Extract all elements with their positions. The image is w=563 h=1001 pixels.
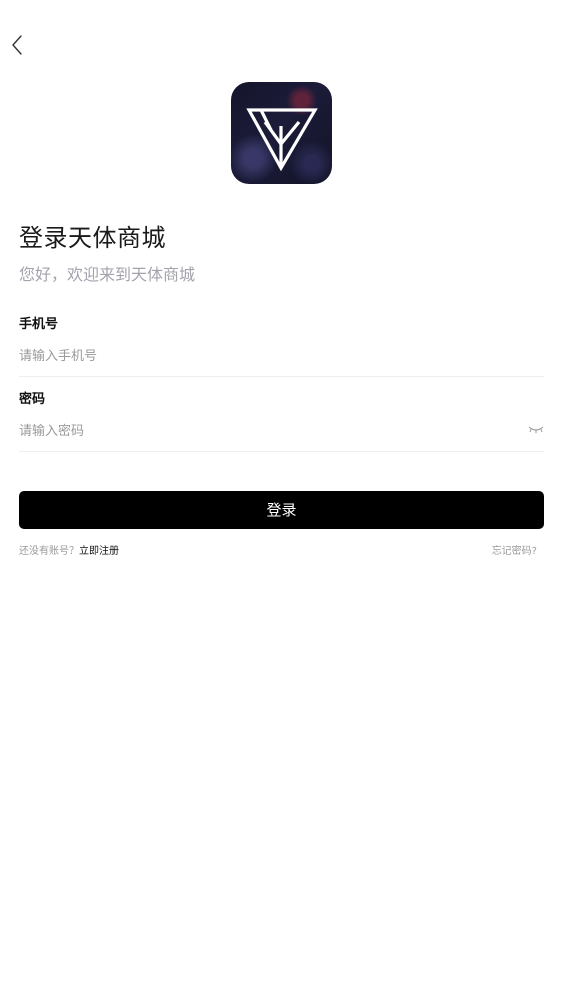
phone-input[interactable] — [19, 344, 524, 368]
no-account-text: 还没有账号？ — [19, 546, 79, 557]
password-label: 密码 — [19, 392, 46, 407]
eye-closed-icon — [527, 424, 545, 436]
register-prompt: 还没有账号？立即注册 — [19, 545, 119, 559]
chevron-left-icon — [6, 32, 30, 58]
password-divider — [19, 451, 544, 452]
page-title: 登录天体商城 — [19, 224, 166, 252]
back-button[interactable] — [6, 32, 30, 58]
register-link[interactable]: 立即注册 — [79, 546, 119, 557]
login-button[interactable]: 登录 — [19, 491, 544, 529]
phone-label: 手机号 — [19, 317, 59, 332]
password-input[interactable] — [19, 419, 519, 443]
phone-divider — [19, 376, 544, 377]
password-visibility-toggle[interactable] — [527, 424, 545, 436]
forgot-password-link[interactable]: 忘记密码? — [492, 545, 537, 559]
app-logo — [231, 82, 332, 184]
welcome-subtitle: 您好，欢迎来到天体商城 — [19, 265, 196, 284]
